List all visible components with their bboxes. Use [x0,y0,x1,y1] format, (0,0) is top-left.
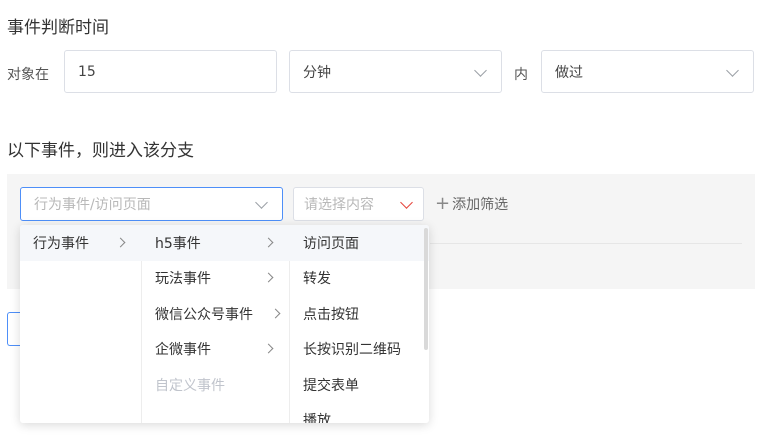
cascader-option-gameplay-events[interactable]: 玩法事件 [141,261,289,297]
chevron-right-icon [263,343,274,354]
event-placeholder: 行为事件/访问页面 [34,197,151,213]
time-value-text: 15 [78,63,96,80]
panel-divider [430,243,742,244]
time-unit-value: 分钟 [303,64,331,81]
cascader-column-1: 行为事件 [20,225,142,423]
chevron-right-icon [115,237,126,248]
chevron-right-icon [270,308,281,319]
chevron-right-icon [263,272,274,283]
action-select[interactable]: 做过 [541,50,754,93]
option-label: h5事件 [155,235,201,252]
chevron-down-icon [255,196,268,209]
option-label: 行为事件 [33,235,89,252]
event-cascader-input[interactable]: 行为事件/访问页面 [20,187,283,221]
cascader-dropdown: 行为事件 h5事件 玩法事件 微信公众号事件 企微事件 自定义事件 访问页面 转… [20,225,429,423]
content-select[interactable]: 请选择内容 [293,187,424,221]
cascader-option-h5-events[interactable]: h5事件 [141,225,289,261]
option-label: 玩法事件 [155,271,211,288]
cascader-option-forward[interactable]: 转发 [289,261,429,297]
option-label: 提交表单 [303,377,359,394]
cascader-column-2: h5事件 玩法事件 微信公众号事件 企微事件 自定义事件 [141,225,290,423]
option-label: 微信公众号事件 [155,306,253,323]
cascader-option-click-button[interactable]: 点击按钮 [289,296,429,332]
chevron-down-icon [726,64,739,77]
chevron-down-icon [474,64,487,77]
cascader-option-scan-qrcode[interactable]: 长按识别二维码 [289,332,429,368]
within-label: 内 [514,67,528,83]
option-label: 点击按钮 [303,306,359,323]
option-label: 自定义事件 [155,377,225,394]
chevron-right-icon [263,237,274,248]
option-label: 播放 [303,413,331,423]
cascader-column-3: 访问页面 转发 点击按钮 长按识别二维码 提交表单 播放 [289,225,429,423]
cascader-scrollbar[interactable] [424,228,428,350]
object-label: 对象在 [7,67,49,83]
option-label: 长按识别二维码 [303,342,401,359]
cascader-option-wecom-events[interactable]: 企微事件 [141,332,289,368]
action-value: 做过 [555,64,583,81]
add-filter-label: 添加筛选 [452,197,509,213]
time-value-input[interactable]: 15 [64,50,277,93]
cascader-option-behavior-events[interactable]: 行为事件 [20,225,141,261]
content-placeholder: 请选择内容 [304,197,374,213]
option-label: 访问页面 [303,235,359,252]
cascader-option-submit-form[interactable]: 提交表单 [289,367,429,403]
option-label: 转发 [303,271,331,288]
cascader-option-custom-events: 自定义事件 [141,367,289,403]
cascader-option-play[interactable]: 播放 [289,403,429,423]
add-filter-button[interactable]: + 添加筛选 [435,194,508,214]
partial-button[interactable] [7,312,21,346]
chevron-down-icon [400,196,413,209]
cascader-option-wechat-oa-events[interactable]: 微信公众号事件 [141,296,289,332]
option-label: 企微事件 [155,342,211,359]
cascader-option-visit-page[interactable]: 访问页面 [289,225,429,261]
time-unit-select[interactable]: 分钟 [289,50,502,93]
timing-title: 事件判断时间 [7,18,109,38]
plus-icon: + [435,193,451,214]
branch-title: 以下事件，则进入该分支 [7,141,194,161]
